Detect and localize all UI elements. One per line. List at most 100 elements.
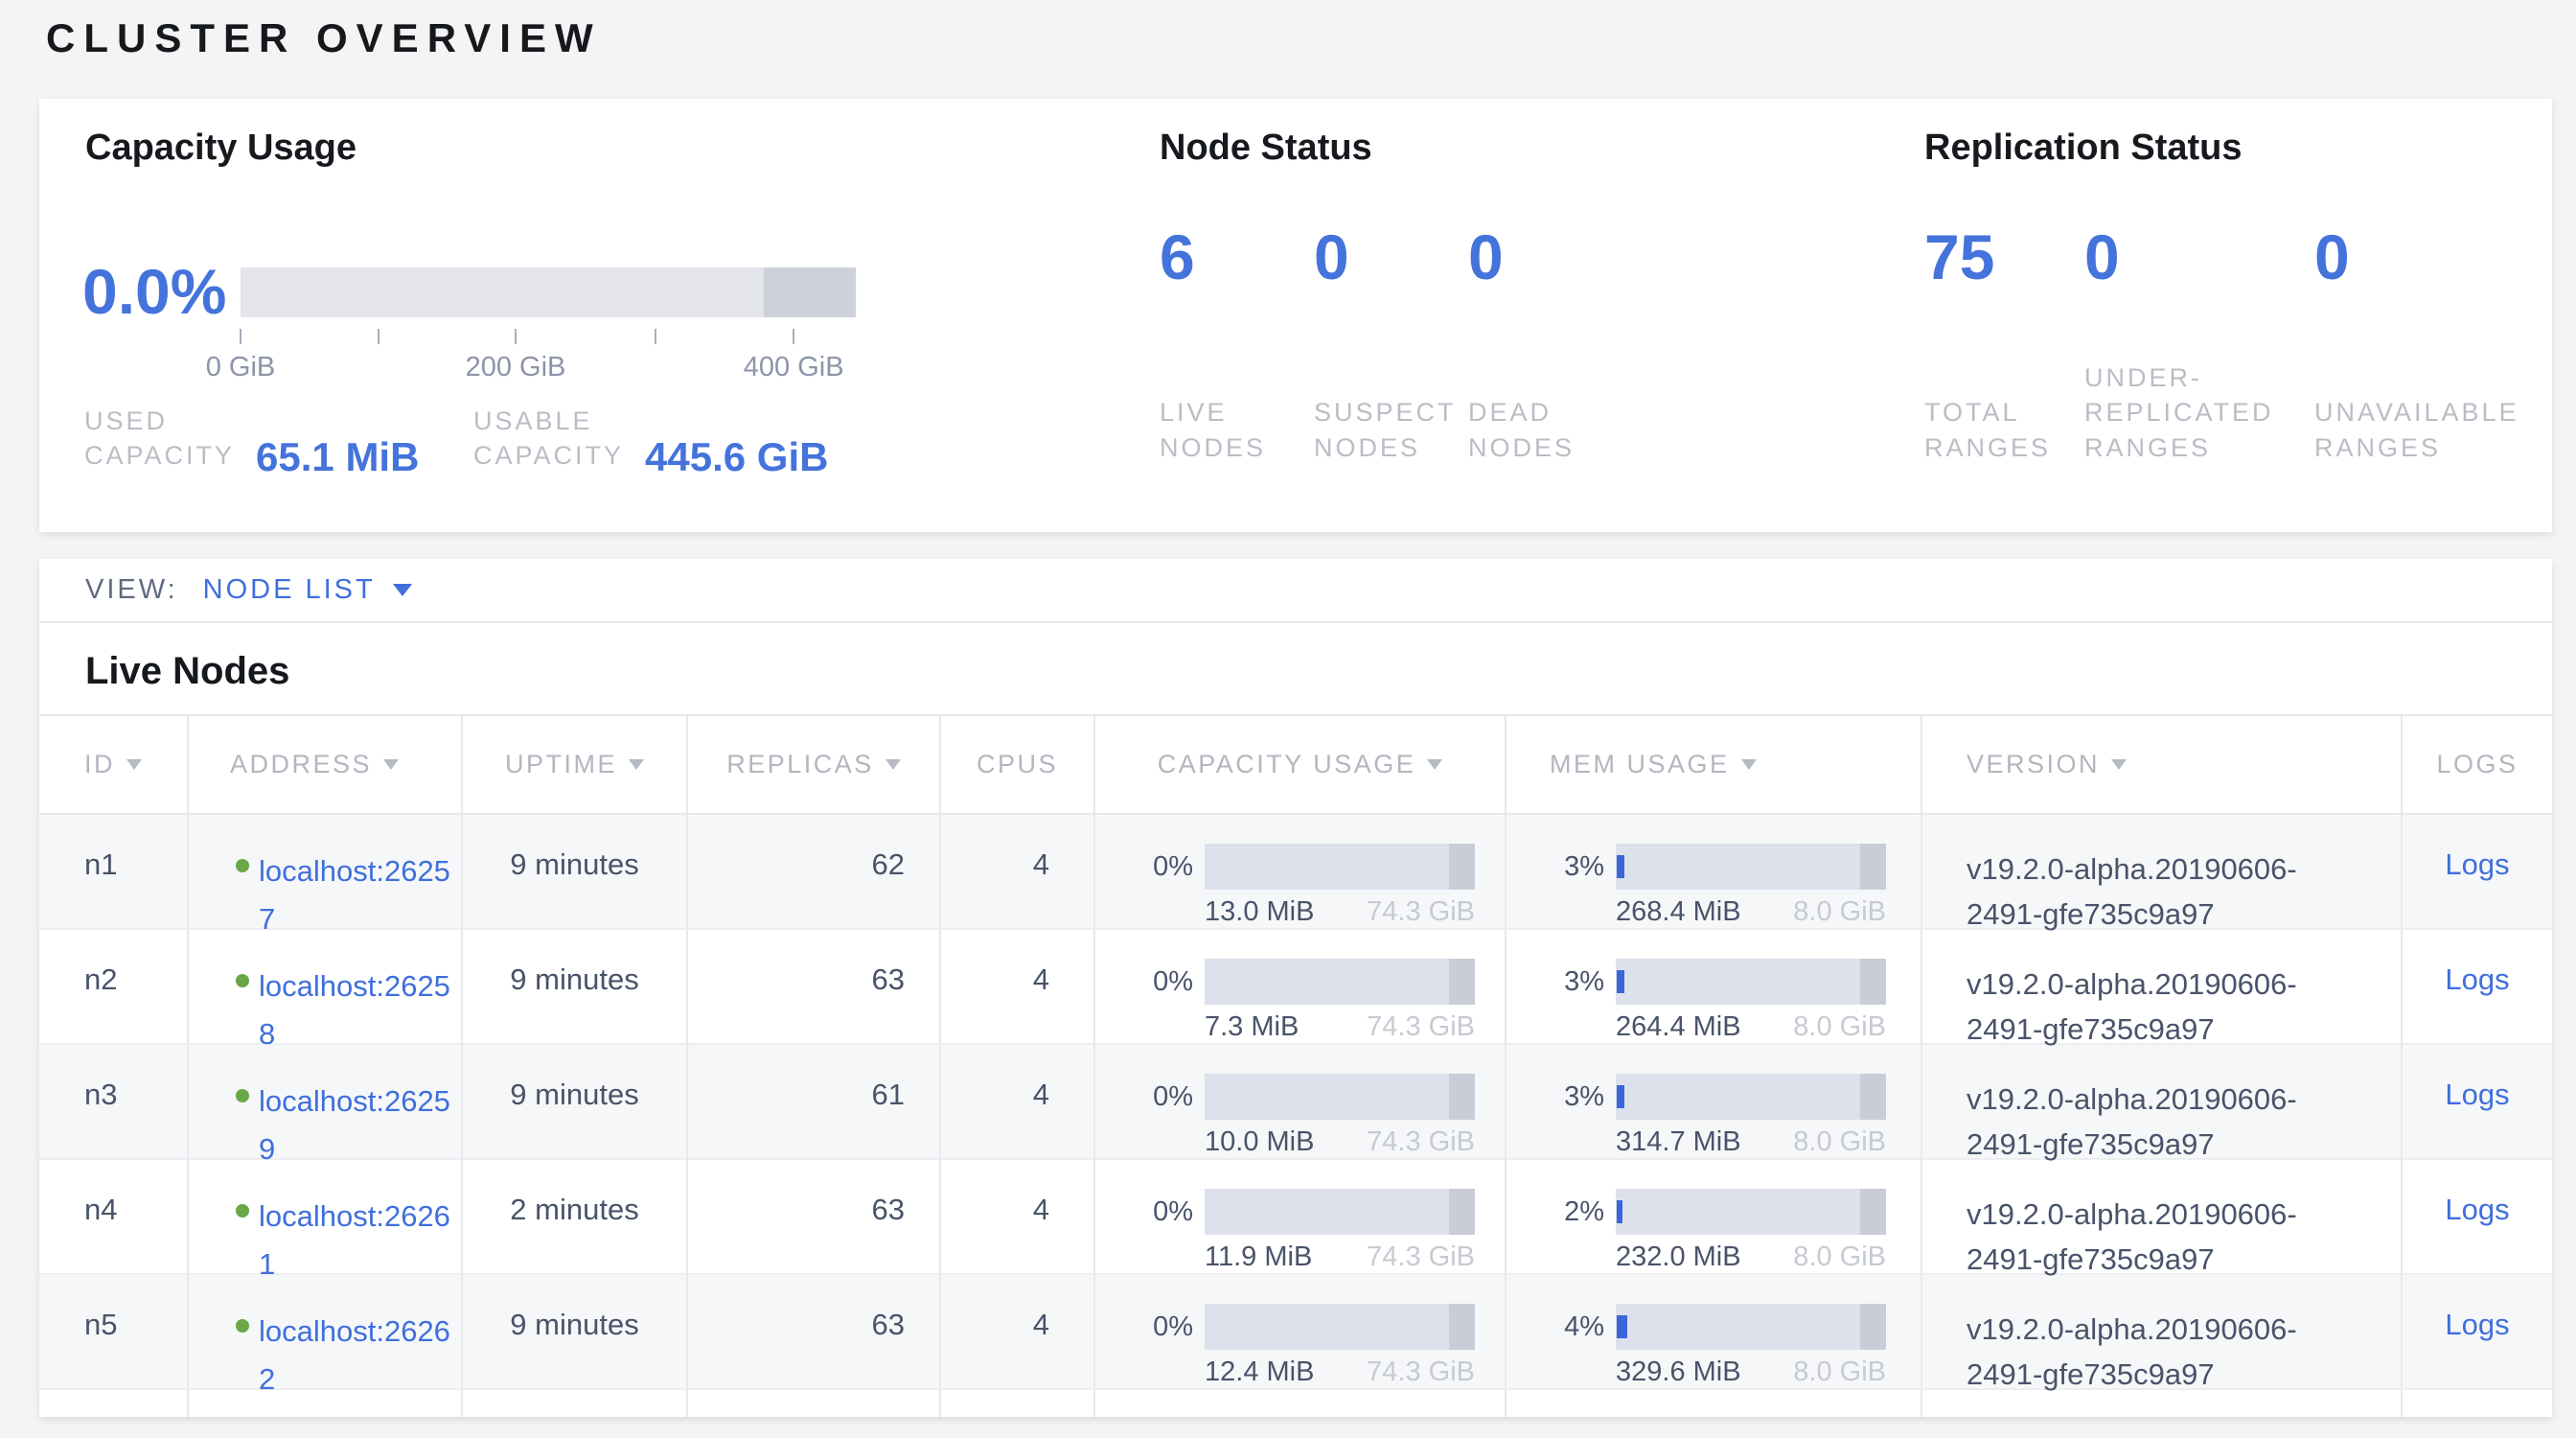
- node-address-link[interactable]: localhost:26259: [259, 1078, 455, 1172]
- logs-link[interactable]: Logs: [2445, 1078, 2509, 1111]
- node-uptime-cell: 9 minutes: [463, 930, 688, 1057]
- node-version-cell: v19.2.0-alpha.20190606-2491-gfe735c9a97: [1922, 1275, 2403, 1403]
- capacity-usage-cell: 0% 12.4 MiB74.3 GiB: [1095, 1275, 1506, 1403]
- view-bar: VIEW: NODE LIST: [39, 559, 2552, 623]
- node-address-link[interactable]: localhost:26257: [259, 847, 455, 942]
- page-title: CLUSTER OVERVIEW: [46, 15, 602, 61]
- node-address-link[interactable]: localhost:26258: [259, 963, 455, 1057]
- mem-used-value: 264.4 MiB: [1616, 1011, 1741, 1043]
- axis-tick-label: 400 GiB: [744, 352, 844, 383]
- node-address-cell: localhost:26259: [189, 1045, 463, 1172]
- live-nodes-table: IDADDRESSUPTIMEREPLICASCPUSCAPACITY USAG…: [39, 714, 2552, 1417]
- view-selected-value: NODE LIST: [203, 574, 376, 606]
- capacity-usage-bar-line: 0%: [1130, 1304, 1505, 1350]
- mem-total-value: 8.0 GiB: [1793, 1126, 1886, 1158]
- node-logs-cell: Logs: [2403, 1160, 2552, 1287]
- mem-usage-bar: [1616, 959, 1886, 1005]
- summary-stat-label: SUSPECT NODES: [1314, 395, 1457, 465]
- node-live-status-icon: [236, 859, 249, 872]
- node-live-status-icon: [236, 1319, 249, 1333]
- table-row: n1localhost:262579 minutes6240%13.0 MiB7…: [39, 815, 2552, 930]
- summary-stat: 0DEAD NODES: [1468, 225, 1622, 465]
- axis-tick-mark: [793, 329, 794, 344]
- sort-caret-icon: [886, 759, 901, 770]
- bar-used-segment: [1617, 855, 1624, 878]
- summary-stat-value: 0: [2314, 225, 2544, 289]
- mem-usage-values: 329.6 MiB8.0 GiB: [1616, 1357, 1886, 1388]
- capacity-usage-values: 12.4 MiB74.3 GiB: [1205, 1357, 1475, 1388]
- capacity-stat-value: 65.1 MiB: [256, 434, 419, 480]
- column-header-capacity[interactable]: CAPACITY USAGE: [1095, 716, 1506, 813]
- view-selector-dropdown[interactable]: NODE LIST: [203, 574, 412, 606]
- logs-link[interactable]: Logs: [2445, 847, 2509, 881]
- node-address-cell: localhost:26257: [189, 815, 463, 942]
- bar-reserved-segment: [1860, 1189, 1886, 1235]
- column-header-mem[interactable]: MEM USAGE: [1506, 716, 1922, 813]
- capacity-usage-bar-line: 0%: [1130, 1074, 1505, 1120]
- capacity-usage-cell: 0%11.9 MiB74.3 GiB: [1095, 1160, 1506, 1287]
- column-header-label: MEM USAGE: [1550, 750, 1730, 779]
- bar-reserved-segment: [1860, 844, 1886, 890]
- mem-used-value: 268.4 MiB: [1616, 896, 1741, 928]
- logs-link[interactable]: Logs: [2445, 1193, 2509, 1226]
- node-id-cell: n5: [39, 1275, 189, 1403]
- node-address-link[interactable]: localhost:26261: [259, 1193, 455, 1287]
- column-header-address[interactable]: ADDRESS: [189, 716, 463, 813]
- node-id-cell: n4: [39, 1160, 189, 1287]
- node-version-cell: v19.2.0-alpha.20190606-2491-gfe735c9a97: [1922, 930, 2403, 1057]
- column-header-version[interactable]: VERSION: [1922, 716, 2403, 813]
- summary-stat-label: LIVE NODES: [1160, 395, 1266, 465]
- capacity-usage-bar: [1205, 1074, 1475, 1120]
- replication-status-title: Replication Status: [1924, 128, 2242, 169]
- node-logs-cell: Logs: [2403, 1275, 2552, 1403]
- logs-link[interactable]: Logs: [2445, 963, 2509, 996]
- mem-usage-bar: [1616, 1189, 1886, 1235]
- summary-stat-value: 6: [1160, 225, 1314, 289]
- axis-tick-mark: [378, 329, 380, 344]
- partial-cell: [941, 1390, 1095, 1417]
- summary-stat-value: 75: [1924, 225, 2084, 289]
- capacity-usage-percent: 0%: [1130, 966, 1193, 998]
- mem-usage-cell: 2%232.0 MiB8.0 GiB: [1506, 1160, 1922, 1287]
- column-header-uptime[interactable]: UPTIME: [463, 716, 688, 813]
- capacity-usage-percent: 0.0%: [82, 260, 226, 323]
- axis-tick-mark: [240, 329, 242, 344]
- capacity-usage-bar-line: 0%: [1130, 844, 1505, 890]
- capacity-total-value: 74.3 GiB: [1367, 1011, 1475, 1043]
- node-uptime-cell: 9 minutes: [463, 1275, 688, 1403]
- capacity-usage-bar: [1205, 844, 1475, 890]
- summary-stat-label: DEAD NODES: [1468, 395, 1575, 465]
- node-address-link[interactable]: localhost:26262: [259, 1308, 455, 1403]
- capacity-usage-bar: [1205, 1189, 1475, 1235]
- mem-usage-percent: 4%: [1541, 1311, 1604, 1343]
- mem-used-value: 232.0 MiB: [1616, 1241, 1741, 1273]
- capacity-usage-values: 10.0 MiB74.3 GiB: [1205, 1126, 1475, 1158]
- table-body: n1localhost:262579 minutes6240%13.0 MiB7…: [39, 815, 2552, 1390]
- mem-total-value: 8.0 GiB: [1793, 896, 1886, 928]
- capacity-usage-percent: 0%: [1130, 1081, 1193, 1113]
- column-header-replicas[interactable]: REPLICAS: [688, 716, 941, 813]
- column-header-id[interactable]: ID: [39, 716, 189, 813]
- sort-caret-icon: [383, 759, 399, 770]
- node-address-cell: localhost:26262: [189, 1275, 463, 1403]
- table-row: n3localhost:262599 minutes6140%10.0 MiB7…: [39, 1045, 2552, 1160]
- summary-stat: 6 LIVE NODES: [1160, 225, 1314, 465]
- node-uptime-cell: 9 minutes: [463, 1045, 688, 1172]
- capacity-usage-percent: 0%: [1130, 1311, 1193, 1343]
- capacity-usage-bar: [1205, 1304, 1475, 1350]
- logs-link[interactable]: Logs: [2445, 1308, 2509, 1341]
- bar-reserved-segment: [1860, 959, 1886, 1005]
- bar-reserved-segment: [1860, 1304, 1886, 1350]
- mem-usage-percent: 3%: [1541, 1081, 1604, 1113]
- node-address-cell: localhost:26261: [189, 1160, 463, 1287]
- mem-usage-bar: [1616, 1304, 1886, 1350]
- mem-total-value: 8.0 GiB: [1793, 1357, 1886, 1388]
- mem-usage-bar-line: 4%: [1541, 1304, 1920, 1350]
- summary-stat-value: 0: [2084, 225, 2314, 289]
- mem-usage-cell: 3%314.7 MiB8.0 GiB: [1506, 1045, 1922, 1172]
- capacity-usage-values: 13.0 MiB74.3 GiB: [1205, 896, 1475, 928]
- node-cpus-cell: 4: [941, 815, 1095, 942]
- column-header-label: REPLICAS: [726, 750, 874, 779]
- node-version-cell: v19.2.0-alpha.20190606-2491-gfe735c9a97: [1922, 1160, 2403, 1287]
- sort-caret-icon: [2111, 759, 2127, 770]
